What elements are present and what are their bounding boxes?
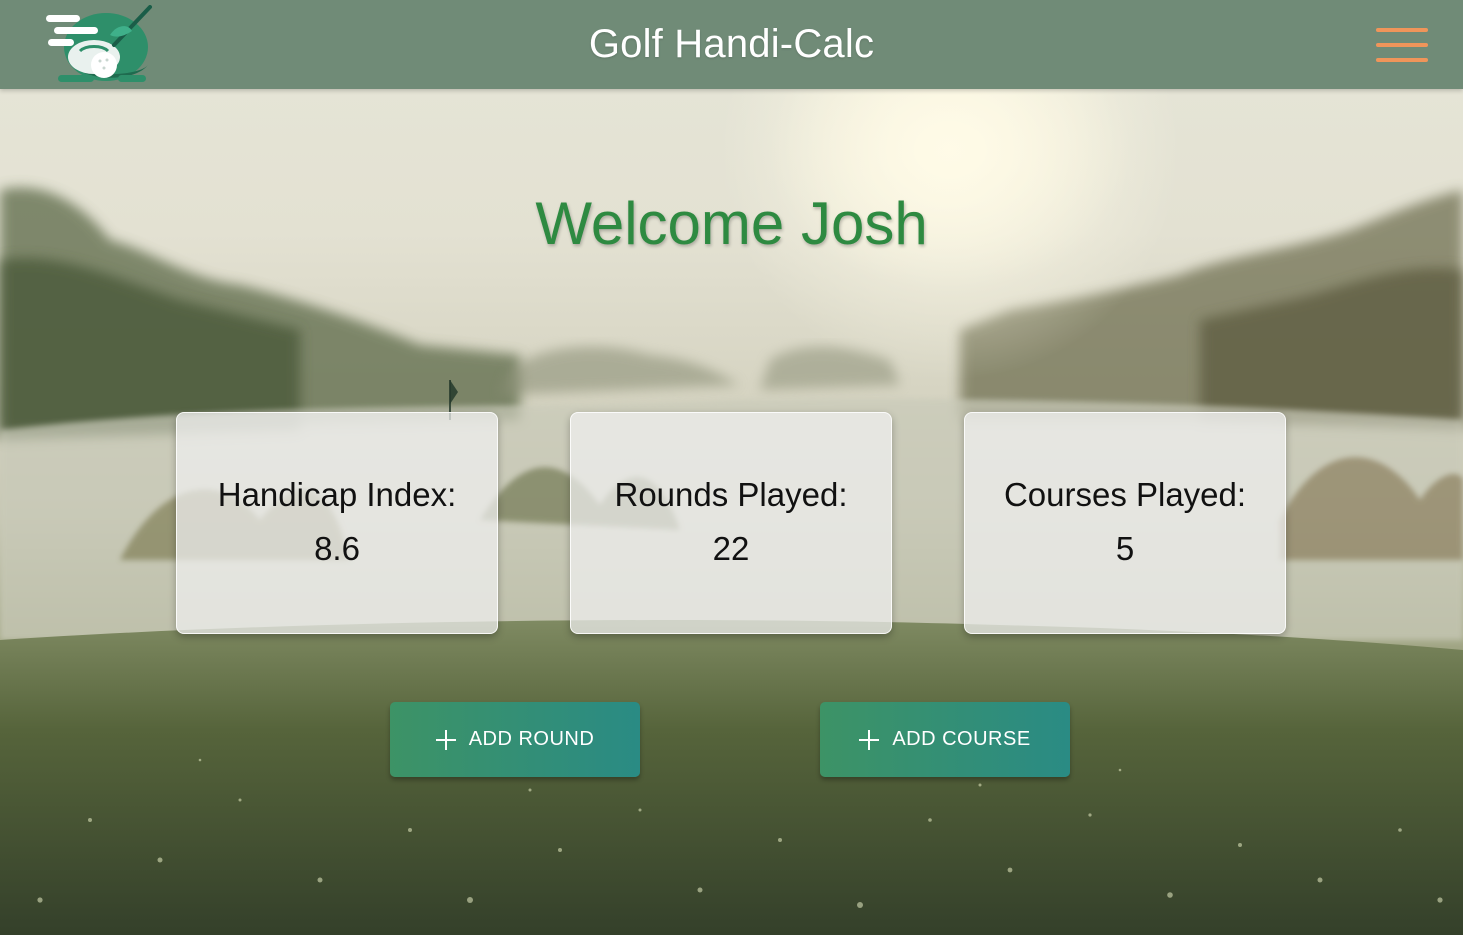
courses-played-card: Courses Played: 5 xyxy=(964,412,1286,634)
hamburger-menu-icon[interactable] xyxy=(1372,24,1432,66)
app-title: Golf Handi-Calc xyxy=(588,22,875,66)
rounds-played-card: Rounds Played: 22 xyxy=(570,412,892,634)
stat-value: 5 xyxy=(1115,530,1135,567)
plus-icon xyxy=(435,729,456,750)
add-course-label: ADD COURSE xyxy=(892,728,1031,750)
stat-value: 8.6 xyxy=(314,530,360,567)
app-root: Golf Handi-Calc Welcome Josh Handicap In… xyxy=(0,0,1463,935)
stat-value: 22 xyxy=(712,530,750,567)
handicap-index-card: Handicap Index: 8.6 xyxy=(176,412,498,634)
add-round-button[interactable]: ADD ROUND xyxy=(390,702,640,777)
add-round-label: ADD ROUND xyxy=(468,728,595,750)
app-header: Golf Handi-Calc xyxy=(0,0,1463,89)
menu-bar-bottom xyxy=(1376,58,1428,62)
menu-bar-top xyxy=(1376,28,1428,32)
stat-label: Handicap Index: xyxy=(217,476,457,513)
plus-icon xyxy=(859,729,880,750)
add-course-button[interactable]: ADD COURSE xyxy=(820,702,1070,777)
stat-label: Courses Played: xyxy=(1003,476,1247,513)
welcome-heading: Welcome Josh xyxy=(535,190,928,257)
menu-bar-middle xyxy=(1376,43,1428,47)
stat-label: Rounds Played: xyxy=(614,476,848,513)
